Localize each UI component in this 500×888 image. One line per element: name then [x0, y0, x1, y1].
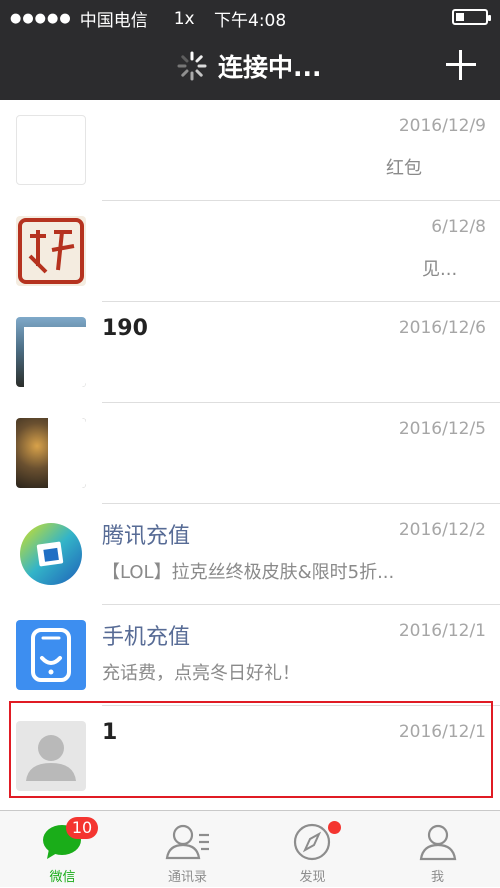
chat-row[interactable]: 2016/12/5: [0, 403, 500, 504]
chat-preview: 充话费，点亮冬日好礼！: [102, 663, 300, 684]
avatar: [16, 620, 86, 690]
tab-me[interactable]: 我: [375, 811, 500, 888]
avatar: [16, 519, 86, 589]
title-text: 连接中...: [218, 53, 322, 82]
highlight-box: [9, 701, 493, 798]
chat-row[interactable]: 见... 6/12/8: [0, 201, 500, 302]
zoom-level: 1x: [173, 8, 195, 29]
chat-date: 2016/12/1: [398, 621, 486, 641]
unread-badge: 10: [66, 817, 98, 839]
avatar: [16, 418, 86, 488]
chat-name: 190: [102, 316, 148, 341]
tencent-recharge-logo-icon: [20, 523, 82, 585]
compass-icon: [293, 823, 331, 861]
chat-date: 6/12/8: [431, 217, 486, 237]
chat-preview: 见...: [422, 259, 458, 280]
chat-date: 2016/12/5: [398, 419, 486, 439]
chat-row[interactable]: 手机充值 充话费，点亮冬日好礼！ 2016/12/1: [0, 605, 500, 706]
seal-stamp-icon: [18, 218, 84, 284]
chat-name: 手机充值: [102, 625, 191, 650]
loading-spinner-icon: [177, 51, 207, 81]
battery-icon: [452, 9, 491, 25]
navigation-bar: 连接中...: [0, 34, 500, 100]
tab-bar: 10 微信 通讯录 发现 我: [0, 810, 500, 887]
notification-dot: [328, 821, 341, 834]
tab-label: 我: [430, 870, 444, 885]
signal-strength-icon: ●●●●●: [10, 11, 72, 26]
status-time: 下午4:08: [214, 11, 287, 31]
phone-recharge-icon: [31, 628, 71, 682]
chat-preview: 红包: [386, 158, 422, 179]
tab-discover[interactable]: 发现: [250, 811, 375, 888]
tab-label: 微信: [49, 870, 76, 885]
chat-name: 腾讯充值: [102, 524, 191, 549]
avatar: [16, 115, 86, 185]
chat-date: 2016/12/9: [398, 116, 486, 136]
chat-row[interactable]: 190 2016/12/6: [0, 302, 500, 403]
tab-label: 发现: [299, 870, 326, 885]
contacts-icon: [165, 824, 209, 860]
avatar: [16, 317, 86, 387]
avatar: [16, 216, 86, 286]
tab-label: 通讯录: [167, 870, 207, 885]
page-title: 连接中...: [176, 48, 322, 84]
plus-icon[interactable]: [444, 48, 478, 82]
chat-row[interactable]: 红包 2016/12/9: [0, 100, 500, 201]
status-bar: ●●●●● 中国电信 1x 下午4:08: [0, 0, 500, 34]
chat-preview: 【LOL】拉克丝终极皮肤&限时5折...: [102, 562, 395, 583]
carrier-name: 中国电信: [79, 11, 148, 31]
chat-row[interactable]: 腾讯充值 【LOL】拉克丝终极皮肤&限时5折... 2016/12/2: [0, 504, 500, 605]
person-icon: [419, 824, 457, 861]
chat-date: 2016/12/2: [398, 520, 486, 540]
tab-contacts[interactable]: 通讯录: [125, 811, 250, 888]
tab-chats[interactable]: 10 微信: [0, 811, 125, 888]
chat-date: 2016/12/6: [398, 318, 486, 338]
